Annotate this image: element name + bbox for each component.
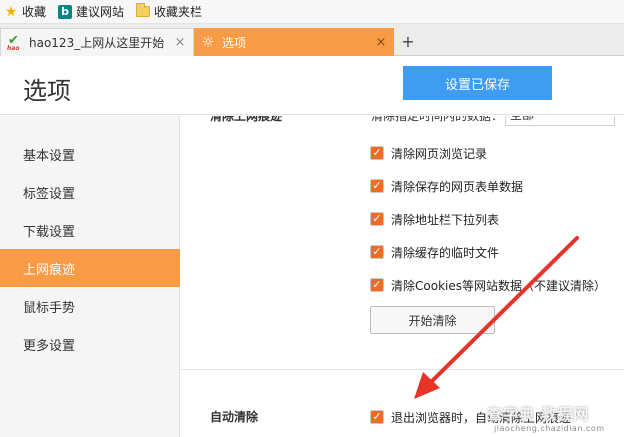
clear-traces-label: 清除上网痕迹	[210, 116, 283, 123]
option-clear-cookies[interactable]: ✓ 清除Cookies等网站数据（不建议清除）	[370, 276, 606, 294]
sidebar-item-tabs[interactable]: 标签设置	[0, 173, 180, 211]
sidebar-item-mouse-gestures[interactable]: 鼠标手势	[0, 287, 180, 325]
gear-icon: ☼	[201, 33, 215, 51]
bookmark-label: 建议网站	[76, 5, 125, 19]
option-clear-history[interactable]: ✓ 清除网页浏览记录	[370, 144, 487, 162]
options-header: 选项 设置已保存	[0, 57, 624, 115]
bookmark-label: 收藏夹栏	[154, 5, 203, 19]
tab-title: 选项	[222, 35, 247, 50]
option-label: 清除保存的网页表单数据	[391, 179, 524, 194]
hao123-icon: ✔ hao	[7, 32, 20, 52]
checkbox-checked-icon[interactable]: ✓	[370, 278, 384, 292]
sidebar-item-browsing-traces[interactable]: 上网痕迹	[0, 249, 180, 287]
bing-icon: b	[58, 4, 73, 19]
option-clear-address-bar-list[interactable]: ✓ 清除地址栏下拉列表	[370, 210, 499, 228]
bookmark-label: 收藏	[22, 5, 47, 19]
option-clear-form-data[interactable]: ✓ 清除保存的网页表单数据	[370, 177, 523, 195]
option-label: 清除地址栏下拉列表	[391, 212, 500, 227]
start-clear-button[interactable]: 开始清除	[370, 306, 495, 334]
star-icon: ★	[4, 3, 18, 20]
watermark: 查字典 教程网	[487, 405, 590, 423]
option-clear-cache[interactable]: ✓ 清除缓存的临时文件	[370, 243, 499, 261]
time-range-select[interactable]: 全部	[505, 116, 615, 126]
auto-clear-label: 自动清除	[210, 410, 259, 424]
bookmarks-bar: ★ 收藏 b 建议网站 收藏夹栏	[0, 0, 624, 24]
option-label: 清除网页浏览记录	[391, 146, 488, 161]
sidebar-item-more[interactable]: 更多设置	[0, 325, 180, 363]
close-icon[interactable]: ×	[374, 35, 388, 50]
checkbox-checked-icon[interactable]: ✓	[370, 146, 384, 160]
watermark-url: jiaocheng.chazidian.com	[494, 424, 605, 433]
tab-hao123[interactable]: ✔ hao hao123_上网从这里开始 ×	[0, 28, 194, 56]
close-icon[interactable]: ×	[173, 35, 187, 50]
checkbox-checked-icon[interactable]: ✓	[370, 179, 384, 193]
bookmark-suggested-sites[interactable]: b 建议网站	[58, 1, 124, 23]
page-title: 选项	[23, 77, 71, 105]
folder-icon	[136, 3, 151, 19]
save-settings-button[interactable]: 设置已保存	[403, 66, 552, 100]
tab-title: hao123_上网从这里开始	[29, 36, 165, 50]
sidebar: 基本设置 标签设置 下载设置 上网痕迹 鼠标手势 更多设置	[0, 116, 180, 437]
option-label: 清除缓存的临时文件	[391, 245, 500, 260]
time-range-label: 清除指定时间内的数据：	[371, 116, 504, 123]
bookmark-favorites-bar[interactable]: 收藏夹栏	[136, 1, 202, 23]
bookmark-favorites[interactable]: ★ 收藏	[4, 1, 46, 23]
sidebar-item-download[interactable]: 下载设置	[0, 211, 180, 249]
tab-strip: ✔ hao hao123_上网从这里开始 × ☼ 选项 × +	[0, 24, 624, 56]
checkbox-checked-icon[interactable]: ✓	[370, 410, 384, 424]
sidebar-item-basic[interactable]: 基本设置	[0, 135, 180, 173]
section-divider	[181, 369, 624, 370]
checkbox-checked-icon[interactable]: ✓	[370, 212, 384, 226]
new-tab-button[interactable]: +	[398, 32, 418, 52]
tab-options[interactable]: ☼ 选项 ×	[194, 28, 394, 56]
option-label: 清除Cookies等网站数据（不建议清除）	[391, 278, 606, 293]
settings-content[interactable]: 清除上网痕迹 清除指定时间内的数据： 全部 ✓ 清除网页浏览记录 ✓ 清除保存的…	[181, 116, 624, 437]
checkbox-checked-icon[interactable]: ✓	[370, 245, 384, 259]
